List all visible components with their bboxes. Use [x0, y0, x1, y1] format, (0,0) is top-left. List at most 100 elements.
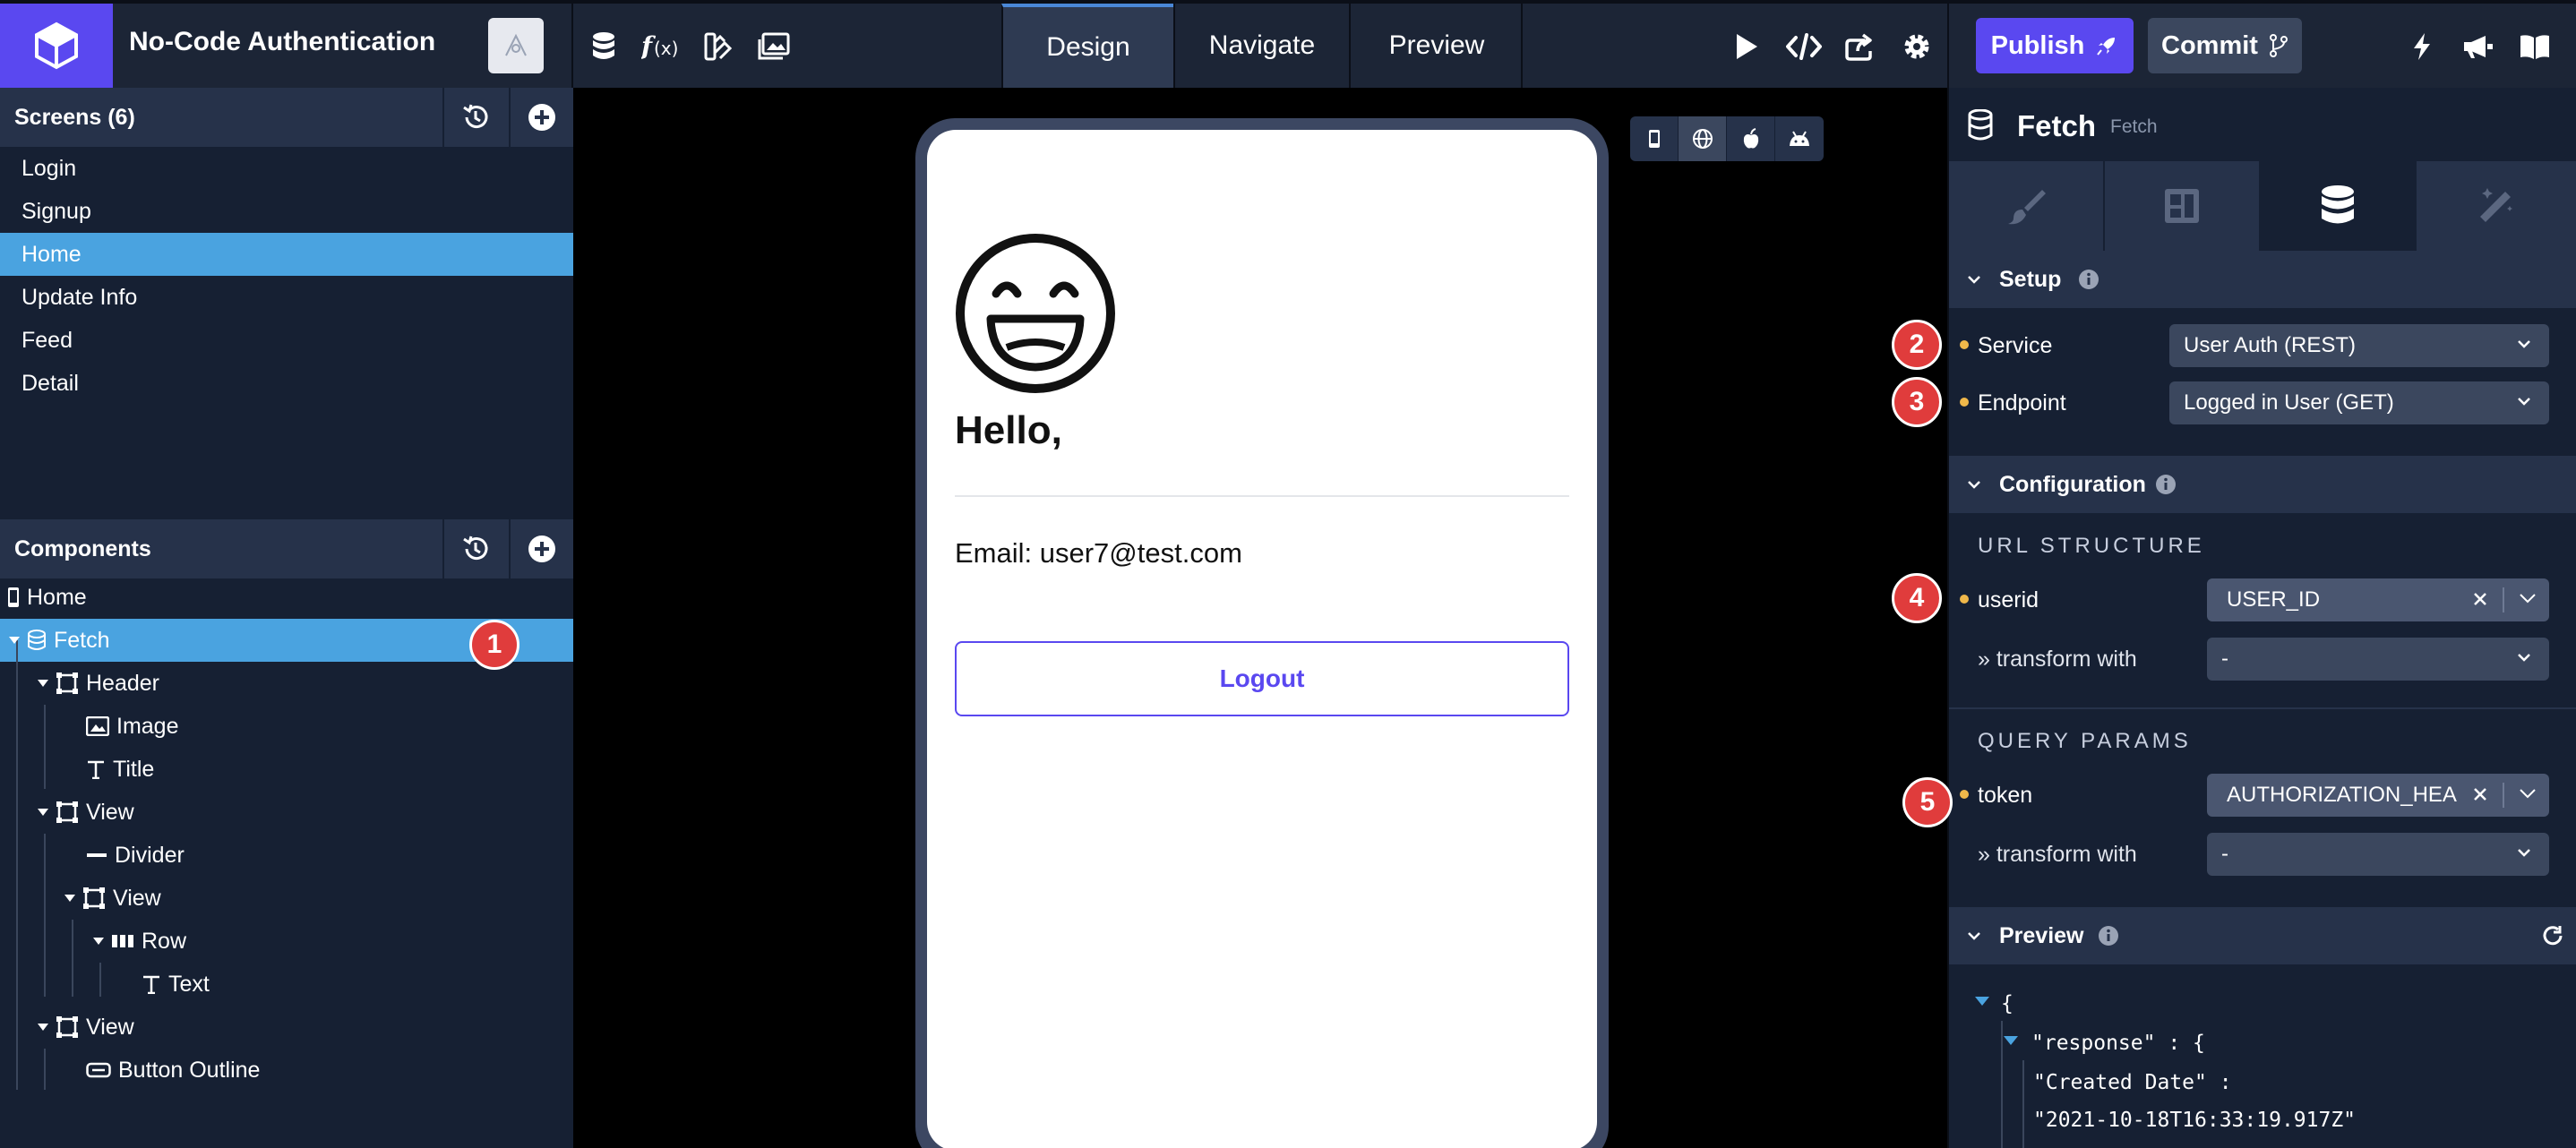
tab-layout[interactable] — [2105, 161, 2261, 251]
collapse-caret-icon[interactable] — [1974, 996, 1990, 1007]
function-icon[interactable]: f (x) — [641, 29, 681, 64]
userid-field[interactable]: USER_ID — [2207, 578, 2549, 621]
app-logo-icon[interactable] — [0, 4, 113, 88]
tree-item-label: View — [113, 885, 161, 911]
announcement-icon[interactable] — [2460, 29, 2495, 64]
add-component-icon[interactable] — [509, 519, 573, 578]
share-icon[interactable] — [1842, 29, 1877, 64]
userid-value: USER_ID — [2227, 587, 2321, 612]
endpoint-value: Logged in User (GET) — [2184, 390, 2394, 415]
tree-item-header[interactable]: Header — [38, 662, 159, 705]
media-icon[interactable] — [756, 29, 792, 64]
logout-button[interactable]: Logout — [955, 641, 1569, 716]
android-icon[interactable] — [1775, 116, 1824, 161]
configuration-title: Configuration — [1999, 471, 2146, 497]
tree-item-label: Header — [86, 670, 159, 696]
step-badge-2: 2 — [1892, 320, 1942, 370]
svg-text:(x): (x) — [654, 38, 678, 59]
tab-style[interactable] — [1949, 161, 2105, 251]
collapse-caret-icon[interactable] — [2003, 1035, 2019, 1046]
tree-item-row[interactable]: Row — [93, 920, 186, 963]
tree-item-title[interactable]: Title — [86, 748, 154, 791]
screen-item-update-info[interactable]: Update Info — [0, 276, 573, 319]
collapse-caret-icon[interactable] — [9, 637, 20, 644]
tree-item-text[interactable]: Text — [142, 963, 210, 1006]
token-label: token — [1978, 783, 2033, 808]
magic-wand-icon — [2477, 186, 2516, 226]
tab-design[interactable]: Design — [1001, 4, 1173, 88]
image-icon — [86, 716, 109, 736]
tree-item-view[interactable]: View — [38, 791, 134, 834]
tree-guide — [44, 705, 46, 789]
database-icon — [27, 630, 47, 651]
tree-item-view[interactable]: View — [38, 1006, 134, 1049]
screen-item-login[interactable]: Login — [0, 147, 573, 190]
tab-navigate[interactable]: Navigate — [1173, 4, 1349, 88]
text-icon — [86, 759, 106, 779]
tree-item-divider[interactable]: Divider — [86, 834, 185, 877]
project-avatar-icon[interactable] — [488, 18, 544, 73]
tab-data[interactable] — [2261, 161, 2417, 251]
text-icon — [142, 974, 161, 994]
bolt-icon[interactable] — [2404, 29, 2440, 64]
close-icon[interactable] — [2472, 786, 2488, 802]
collapse-caret-icon[interactable] — [93, 938, 104, 945]
info-icon[interactable] — [2155, 474, 2177, 495]
docs-book-icon[interactable] — [2517, 29, 2553, 64]
screen-item-home[interactable]: Home — [0, 233, 573, 276]
token-value: AUTHORIZATION_HEA — [2227, 783, 2457, 807]
divider — [1947, 4, 1949, 88]
history-icon[interactable] — [442, 519, 507, 578]
refresh-icon[interactable] — [2540, 923, 2565, 948]
setup-section-header[interactable]: Setup — [1949, 251, 2576, 308]
endpoint-select[interactable]: Logged in User (GET) — [2169, 381, 2549, 424]
button-icon — [86, 1061, 111, 1079]
info-icon[interactable] — [2078, 269, 2099, 290]
tree-item-fetch[interactable]: Fetch — [9, 619, 110, 662]
tree-item-button-outline[interactable]: Button Outline — [86, 1049, 260, 1092]
tree-item-label: Home — [27, 584, 87, 610]
tab-interactions[interactable] — [2417, 161, 2576, 251]
collapse-caret-icon[interactable] — [38, 680, 48, 687]
chevron-down-icon — [1967, 930, 1981, 941]
configuration-section-header[interactable]: Configuration — [1949, 456, 2576, 513]
collapse-caret-icon[interactable] — [38, 809, 48, 816]
publish-button[interactable]: Publish — [1976, 18, 2134, 73]
mobile-device-icon[interactable] — [1630, 116, 1679, 161]
token-field[interactable]: AUTHORIZATION_HEA — [2207, 774, 2549, 817]
info-icon[interactable] — [2098, 925, 2119, 947]
tree-guide — [44, 1049, 46, 1090]
step-badge-1: 1 — [469, 620, 519, 670]
chevron-down-icon[interactable] — [2519, 593, 2537, 604]
smiley-image[interactable] — [953, 231, 1118, 396]
tree-item-image[interactable]: Image — [86, 705, 178, 748]
history-icon[interactable] — [442, 88, 507, 147]
transform-select[interactable]: - — [2207, 638, 2549, 681]
tree-item-view[interactable]: View — [64, 877, 161, 920]
service-select[interactable]: User Auth (REST) — [2169, 324, 2549, 367]
preview-section-header[interactable]: Preview — [1949, 907, 2576, 964]
inspector-subtitle: Fetch — [2110, 116, 2158, 137]
theme-icon[interactable] — [700, 29, 736, 64]
apple-icon[interactable] — [1727, 116, 1775, 161]
close-icon[interactable] — [2472, 591, 2488, 607]
step-badge-3: 3 — [1892, 377, 1942, 427]
tab-preview[interactable]: Preview — [1349, 4, 1523, 88]
play-icon[interactable] — [1729, 29, 1765, 64]
web-globe-icon[interactable] — [1679, 116, 1727, 161]
collapse-caret-icon[interactable] — [64, 895, 75, 902]
collapse-caret-icon[interactable] — [38, 1024, 48, 1031]
add-screen-icon[interactable] — [509, 88, 573, 147]
chevron-down-icon[interactable] — [2519, 788, 2537, 799]
commit-button[interactable]: Commit — [2148, 18, 2302, 73]
screen-item-detail[interactable]: Detail — [0, 362, 573, 405]
code-icon[interactable] — [1784, 29, 1824, 64]
database-icon — [2319, 184, 2357, 227]
screen-item-signup[interactable]: Signup — [0, 190, 573, 233]
database-icon[interactable] — [586, 29, 622, 64]
screen-item-feed[interactable]: Feed — [0, 319, 573, 362]
tree-item-home[interactable]: Home — [7, 576, 87, 619]
gear-icon[interactable] — [1899, 29, 1935, 64]
tree-guide — [72, 920, 73, 997]
transform-select[interactable]: - — [2207, 833, 2549, 876]
